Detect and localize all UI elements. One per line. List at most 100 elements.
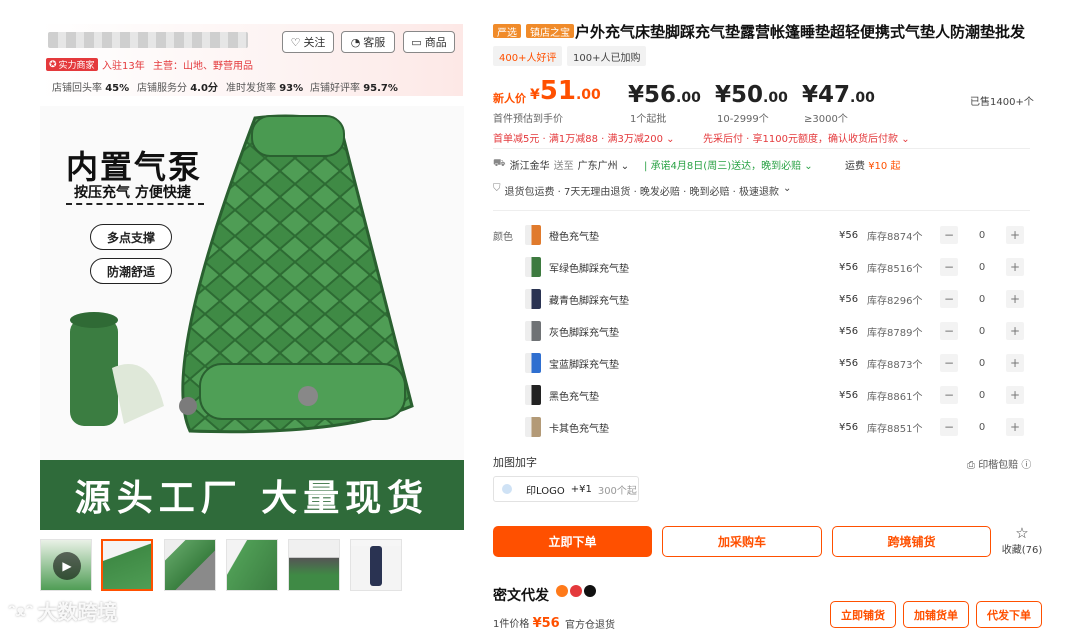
- tier-price-1: ¥56.00: [628, 82, 701, 108]
- decrement-button[interactable]: −: [940, 290, 958, 308]
- dropship-warehouse: 官方仓退货: [565, 620, 615, 631]
- tier-price-3: ¥47.00: [802, 82, 875, 108]
- watermark-logo-icon: ᵔᴥᵔ: [8, 600, 34, 620]
- custom-label: 加图加字: [493, 456, 537, 469]
- sku-qty-input[interactable]: 0: [958, 390, 1006, 401]
- customer-service-button[interactable]: ◔ 客服: [341, 31, 395, 53]
- tier-qty-2: 10-2999个: [717, 114, 769, 125]
- increment-button[interactable]: +: [1006, 386, 1024, 404]
- chevron-down-icon: ⌄: [901, 134, 910, 145]
- gallery-banner: 源头工厂 大量现货: [40, 460, 464, 530]
- increment-button[interactable]: +: [1006, 226, 1024, 244]
- store-stat-ontime: 准时发货率 93%: [226, 83, 304, 94]
- thumbnail-1[interactable]: [101, 539, 153, 591]
- gallery-subline: 按压充气 方便快捷: [74, 185, 191, 201]
- chip-moistureproof: 防潮舒适: [90, 258, 172, 284]
- dropship-add-list-button[interactable]: 加铺货单: [903, 601, 969, 628]
- decrement-button[interactable]: −: [940, 258, 958, 276]
- increment-button[interactable]: +: [1006, 354, 1024, 372]
- thumbnail-2[interactable]: [164, 539, 216, 591]
- sku-row: 橙色充气垫 ¥56 库存8874个 −0 +: [520, 222, 1030, 248]
- decrement-button[interactable]: −: [940, 418, 958, 436]
- promo-discount[interactable]: 首单减5元 · 满1万减88 · 满3万减200 ⌄: [493, 130, 675, 145]
- sku-thumbnail[interactable]: [525, 321, 541, 341]
- favorite-button[interactable]: ☆ 收藏(76): [1000, 524, 1044, 557]
- sku-row: 黑色充气垫 ¥56 库存8861个 −0 +: [520, 382, 1030, 408]
- heart-icon: ♡: [290, 35, 301, 49]
- new-price-note: 首件预估到手价: [493, 114, 563, 125]
- dropship-price: 1件价格 ¥56: [493, 616, 560, 631]
- thumbnail-4[interactable]: [288, 539, 340, 591]
- decrement-button[interactable]: −: [940, 354, 958, 372]
- dropship-order-button[interactable]: 代发下单: [976, 601, 1042, 628]
- print-pack-link[interactable]: ⎙ 印楷包赔 ⓘ: [967, 456, 1031, 471]
- sku-stock: 库存8851个: [867, 423, 923, 435]
- sku-name: 黑色充气垫: [549, 391, 599, 403]
- follow-button[interactable]: ♡ 关注: [282, 31, 334, 53]
- new-price: ¥ 51 .00: [530, 76, 601, 106]
- cross-border-button[interactable]: 跨境铺货: [832, 526, 991, 557]
- sku-qty-input[interactable]: 0: [958, 422, 1006, 433]
- sku-price: ¥56: [839, 229, 859, 241]
- sku-price: ¥56: [839, 389, 859, 401]
- sku-qty-input[interactable]: 0: [958, 358, 1006, 369]
- chat-icon: ◔: [350, 35, 361, 49]
- sku-qty-input[interactable]: 0: [958, 294, 1006, 305]
- sku-stock: 库存8516个: [867, 263, 923, 275]
- thumbnail-3[interactable]: [226, 539, 278, 591]
- tier-qty-1: 1个起批: [630, 114, 667, 125]
- store-stat-rating: 店铺好评率 95.7%: [310, 83, 398, 94]
- taobao-icon: [556, 585, 568, 597]
- increment-button[interactable]: +: [1006, 258, 1024, 276]
- sku-name: 橙色充气垫: [549, 231, 599, 243]
- sku-thumbnail[interactable]: [525, 417, 541, 437]
- sku-thumbnail[interactable]: [525, 257, 541, 277]
- douyin-icon: [584, 585, 596, 597]
- thumbnail-video[interactable]: ▶: [40, 539, 92, 591]
- sku-thumbnail[interactable]: [525, 225, 541, 245]
- increment-button[interactable]: +: [1006, 290, 1024, 308]
- sku-stock: 库存8873个: [867, 359, 923, 371]
- sku-price: ¥56: [839, 293, 859, 305]
- add-cart-button[interactable]: 加采购车: [662, 526, 822, 557]
- decrement-button[interactable]: −: [940, 386, 958, 404]
- guarantee-row[interactable]: ⛉ 退货包运费 · 7天无理由退货 · 晚发必赔 · 晚到必赔 · 极速退款 ⌄: [493, 183, 791, 198]
- sku-row: 灰色脚踩充气垫 ¥56 库存8789个 −0 +: [520, 318, 1030, 344]
- thumbnail-5[interactable]: [350, 539, 402, 591]
- star-icon: ☆: [1015, 524, 1029, 542]
- increment-button[interactable]: +: [1006, 322, 1024, 340]
- sku-qty-input[interactable]: 0: [958, 230, 1006, 241]
- watermark: ᵔᴥᵔ 大数跨境: [8, 600, 118, 624]
- platform-icons: [556, 585, 596, 597]
- sku-price: ¥56: [839, 357, 859, 369]
- review-count-pill[interactable]: 400+人好评: [493, 46, 563, 66]
- sku-name: 藏青色脚踩充气垫: [549, 295, 629, 307]
- sku-thumbnail[interactable]: [525, 353, 541, 373]
- sku-name: 灰色脚踩充气垫: [549, 327, 619, 339]
- sku-thumbnail[interactable]: [525, 289, 541, 309]
- sku-qty-input[interactable]: 0: [958, 262, 1006, 273]
- sku-row: 藏青色脚踩充气垫 ¥56 库存8296个 −0 +: [520, 286, 1030, 312]
- sku-stock: 库存8874个: [867, 231, 923, 243]
- store-stat-service: 店铺服务分 4.0分: [137, 83, 218, 94]
- tag-store-treasure: 镇店之宝: [526, 24, 574, 39]
- goods-button[interactable]: ▭ 商品: [403, 31, 455, 53]
- sku-thumbnail[interactable]: [525, 385, 541, 405]
- product-title: 户外充气床垫脚踩充气垫露营帐篷睡垫超轻便携式气垫人防潮垫批发: [575, 23, 1026, 41]
- logo-option[interactable]: 印LOGO +¥1 300个起: [493, 476, 639, 502]
- decrement-button[interactable]: −: [940, 322, 958, 340]
- increment-button[interactable]: +: [1006, 418, 1024, 436]
- new-price-label: 新人价: [493, 92, 526, 105]
- sku-qty-input[interactable]: 0: [958, 326, 1006, 337]
- sku-name: 宝蓝脚踩充气垫: [549, 359, 619, 371]
- decrement-button[interactable]: −: [940, 226, 958, 244]
- order-now-button[interactable]: 立即下单: [493, 526, 652, 557]
- dropship-list-now-button[interactable]: 立即铺货: [830, 601, 896, 628]
- sku-stock: 库存8789个: [867, 327, 923, 339]
- promo-paylater[interactable]: 先采后付 · 享1100元额度，确认收货后付款 ⌄: [703, 130, 910, 145]
- xiaohongshu-icon: [570, 585, 582, 597]
- ship-to-select[interactable]: 广东广州 ⌄: [578, 157, 630, 172]
- shield-icon: ⛉: [493, 183, 501, 194]
- delivery-promise[interactable]: | 承诺4月8日(周三)送达，晚到必赔 ⌄: [644, 157, 813, 172]
- play-icon: ▶: [53, 552, 81, 580]
